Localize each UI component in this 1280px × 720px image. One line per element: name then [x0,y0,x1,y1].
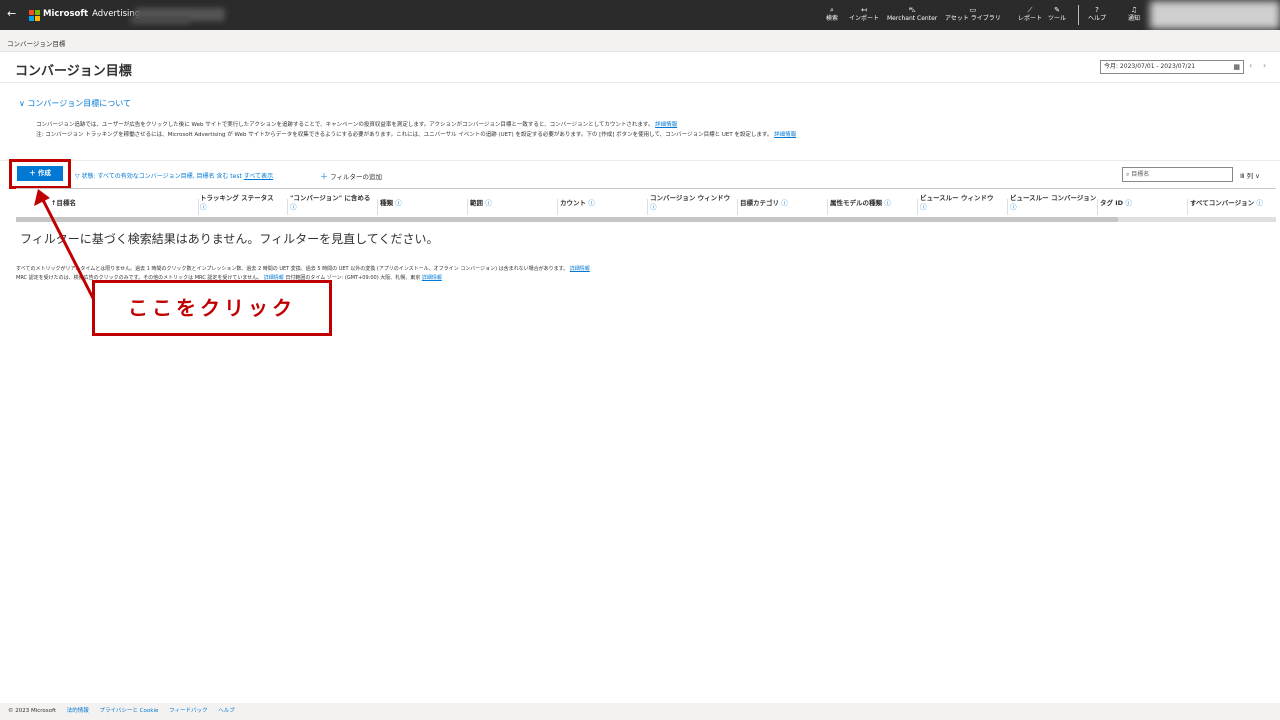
footer-link-help[interactable]: ヘルプ [218,708,235,714]
footer-link-legal[interactable]: 法的情報 [67,708,89,714]
copyright: © 2023 Microsoft [8,708,57,714]
footer: © 2023 Microsoft 法的情報 プライバシーと Cookie フィー… [0,703,1280,720]
footer-link-privacy[interactable]: プライバシーと Cookie [100,708,159,714]
annotation-arrow [34,189,100,309]
footer-link-feedback[interactable]: フィードバック [169,708,207,714]
annotation-callout: ここをクリック [92,280,332,336]
